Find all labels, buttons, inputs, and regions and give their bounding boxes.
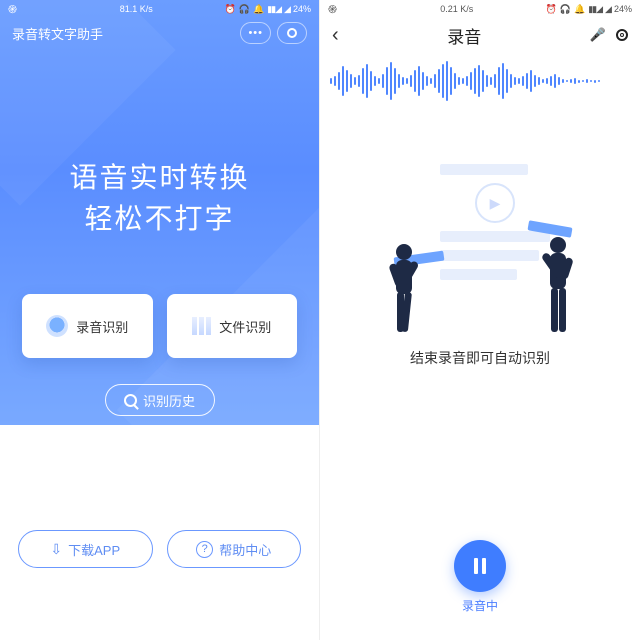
play-icon: ▶ [475, 183, 515, 223]
illustration-caption: 结束录音即可自动识别 [320, 348, 640, 368]
phone-record-screen: ֍ 0.21 K/s ⏰ 🎧 🔔 ▮▮◢ ◢ 24% ‹ 录音 🎤 ▶ [320, 0, 640, 640]
record-title-bar: ‹ 录音 🎤 [320, 18, 640, 52]
download-app-button[interactable]: 下载APP [18, 530, 153, 568]
back-button[interactable]: ‹ [332, 24, 339, 47]
pause-icon [474, 558, 486, 574]
waveform [320, 56, 640, 106]
page-title: 录音 [447, 23, 481, 48]
signal-icon: ◢ [605, 4, 611, 15]
download-icon [50, 541, 62, 558]
help-center-button[interactable]: 帮助中心 [167, 530, 302, 568]
net-speed: 0.21 K/s [440, 4, 473, 14]
hero-heading: 语音实时转换 轻松不打字 [0, 158, 319, 239]
download-label: 下载APP [68, 540, 120, 559]
bell-icon: 🔔 [574, 4, 585, 15]
person-illustration [534, 236, 582, 334]
microphone-icon [46, 315, 68, 337]
microphone-icon[interactable]: 🎤 [590, 27, 606, 43]
hero-section: ֍ 81.1 K/s ⏰ 🎧 🔔 ▮▮◢ ◢ 24% 录音转文字助手 ••• 语… [0, 0, 319, 425]
help-icon [196, 540, 213, 558]
history-label: 识别历史 [143, 391, 195, 410]
battery-pct: 24% [614, 4, 632, 14]
carrier-icon: ֍ [328, 2, 337, 17]
recording-status: 录音中 [320, 597, 640, 614]
file-icon [192, 317, 211, 335]
record-pause-button[interactable] [454, 540, 506, 592]
target-icon[interactable] [616, 29, 628, 41]
record-recognition-card[interactable]: 录音识别 [22, 294, 153, 358]
card-label: 文件识别 [219, 317, 271, 336]
person-illustration [380, 242, 428, 334]
signal-icon: ▮▮◢ [588, 4, 602, 15]
phone-home-screen: ֍ 81.1 K/s ⏰ 🎧 🔔 ▮▮◢ ◢ 24% 录音转文字助手 ••• 语… [0, 0, 320, 640]
history-button[interactable]: 识别历史 [105, 384, 215, 416]
card-label: 录音识别 [76, 317, 128, 336]
file-recognition-card[interactable]: 文件识别 [167, 294, 298, 358]
status-bar: ֍ 0.21 K/s ⏰ 🎧 🔔 ▮▮◢ ◢ 24% [320, 0, 640, 18]
help-label: 帮助中心 [219, 540, 271, 559]
search-icon [124, 394, 137, 407]
headphone-icon: 🎧 [560, 4, 571, 15]
illustration: ▶ [360, 164, 600, 334]
alarm-icon: ⏰ [546, 4, 557, 15]
